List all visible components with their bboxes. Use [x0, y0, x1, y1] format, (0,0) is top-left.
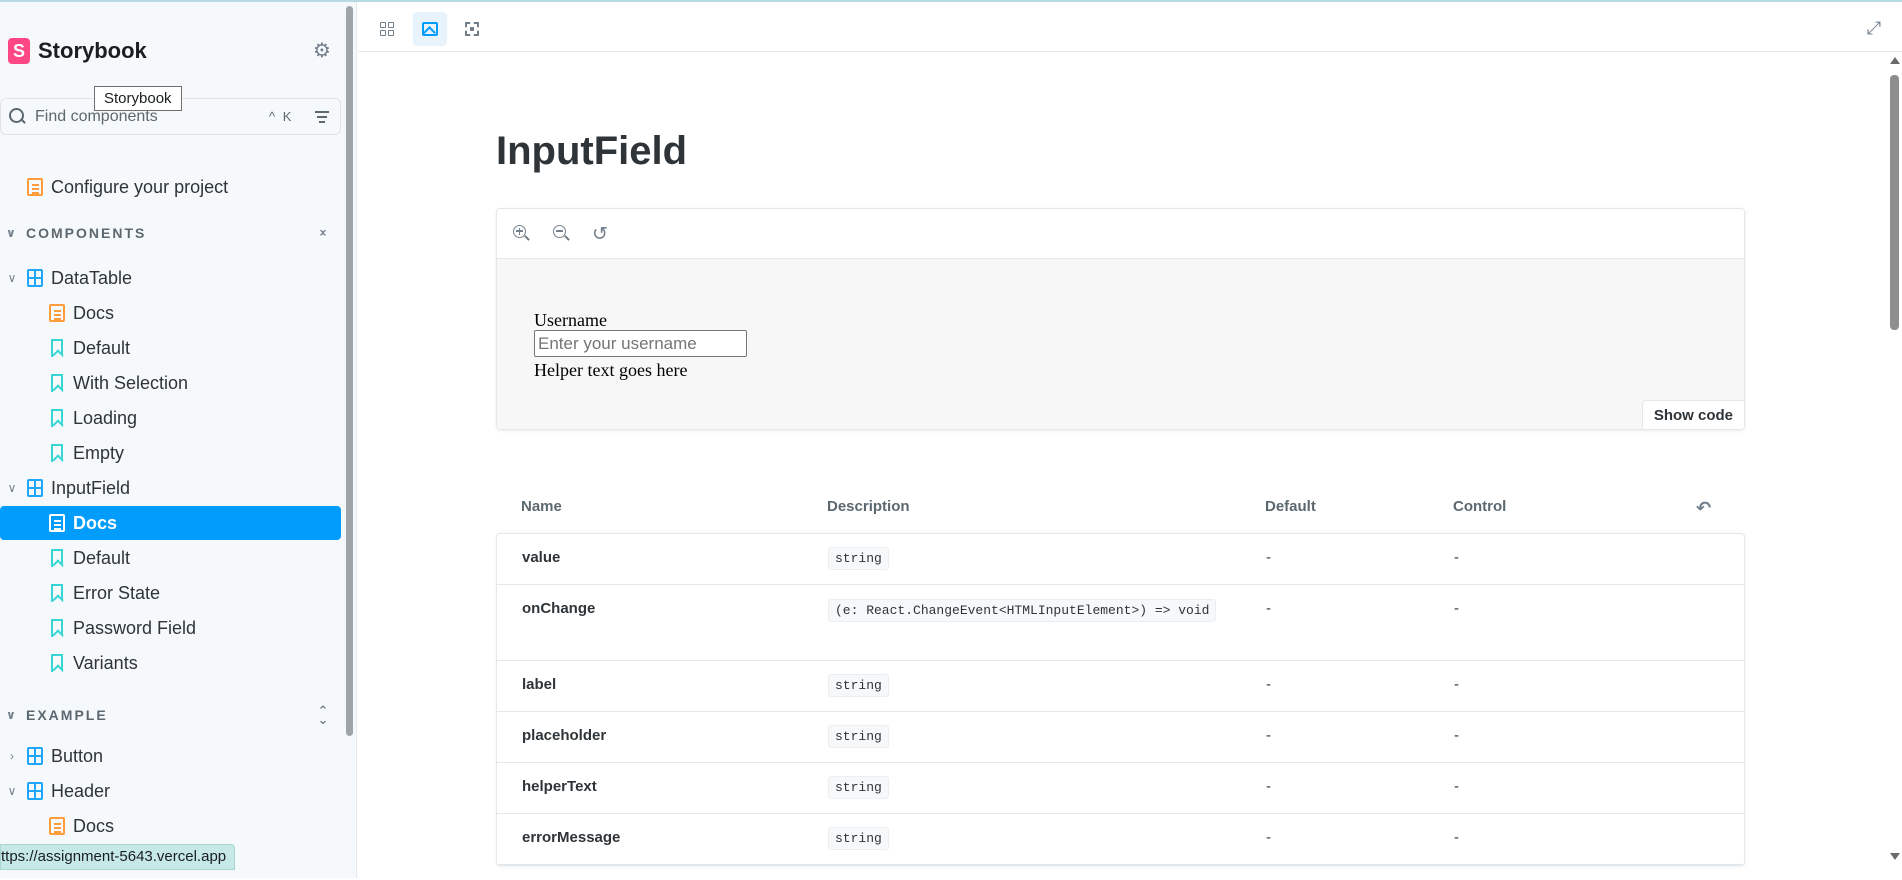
- chevron-down-icon: ∨: [7, 271, 17, 285]
- story-bookmark-icon: [51, 549, 63, 567]
- outline-toggle-button[interactable]: [455, 12, 489, 46]
- show-code-button[interactable]: Show code: [1641, 400, 1744, 429]
- sidebar-item-inputfield-variants[interactable]: Variants: [0, 646, 343, 680]
- sidebar-item-datatable-with-selection[interactable]: With Selection: [0, 366, 343, 400]
- sidebar-item-datatable[interactable]: ∨ DataTable: [0, 261, 343, 295]
- sidebar-item-datatable-empty[interactable]: Empty: [0, 436, 343, 470]
- storybook-logo-icon: S: [8, 38, 30, 64]
- zoom-out-icon[interactable]: [553, 225, 571, 243]
- grid-toggle-button[interactable]: [370, 12, 404, 46]
- brand[interactable]: S Storybook: [8, 36, 147, 66]
- component-icon: [27, 747, 43, 765]
- outline-icon: [465, 22, 479, 36]
- search-shortcut: ^ K: [269, 109, 294, 124]
- brand-tooltip: Storybook: [94, 86, 182, 111]
- story-bookmark-icon: [51, 654, 63, 672]
- story-bookmark-icon: [51, 584, 63, 602]
- docs-icon: [49, 817, 65, 835]
- sidebar-item-inputfield-docs[interactable]: Docs: [0, 506, 341, 540]
- table-row: helperText string - -: [497, 763, 1744, 814]
- table-row: errorMessage string - -: [497, 814, 1744, 865]
- sidebar-item-inputfield-password-field[interactable]: Password Field: [0, 611, 343, 645]
- chevron-down-icon: ∨: [7, 784, 17, 798]
- story-preview: ↺ Username Helper text goes here Show co…: [496, 208, 1745, 430]
- sidebar-item-inputfield-error-state[interactable]: Error State: [0, 576, 343, 610]
- scroll-down-arrow-icon[interactable]: [1890, 853, 1900, 860]
- table-row: onChange (e: React.ChangeEvent<HTMLInput…: [497, 585, 1744, 661]
- chevron-down-icon: ∨: [6, 708, 16, 722]
- component-icon: [27, 269, 43, 287]
- table-row: label string - -: [497, 661, 1744, 712]
- story-bookmark-icon: [51, 444, 63, 462]
- zoom-reset-icon[interactable]: ↺: [592, 223, 608, 246]
- header-default: Default: [1265, 498, 1316, 515]
- sidebar-item-header-docs[interactable]: Docs: [0, 809, 343, 843]
- chevron-right-icon: ›: [10, 749, 14, 763]
- scrollbar-thumb[interactable]: [1890, 75, 1899, 330]
- docs-icon: [27, 178, 43, 196]
- docs-page: InputField ↺ Username Helper text goes h…: [358, 53, 1885, 880]
- demo-field-label: Username: [534, 310, 607, 330]
- story-bookmark-icon: [51, 339, 63, 357]
- sidebar-item-inputfield-default[interactable]: Default: [0, 541, 343, 575]
- sidebar-item-button[interactable]: › Button: [0, 739, 343, 773]
- docs-icon: [49, 304, 65, 322]
- preview-canvas: Username Helper text goes here Show code: [497, 259, 1744, 429]
- background-toggle-button[interactable]: [413, 12, 447, 46]
- type-badge: string: [828, 827, 889, 850]
- type-badge: string: [828, 776, 889, 799]
- demo-helper-text: Helper text goes here: [534, 360, 688, 380]
- link-status-bar: ttps://assignment-5643.vercel.app: [0, 844, 236, 870]
- sidebar-item-configure[interactable]: Configure your project: [0, 170, 343, 204]
- type-badge: string: [828, 725, 889, 748]
- type-badge: (e: React.ChangeEvent<HTMLInputElement>)…: [828, 599, 1217, 622]
- sidebar-item-datatable-docs[interactable]: Docs: [0, 296, 343, 330]
- docs-icon: [49, 514, 65, 532]
- brand-name: Storybook: [38, 38, 147, 63]
- zoom-in-icon[interactable]: [513, 225, 531, 243]
- story-bookmark-icon: [51, 374, 63, 392]
- grid-icon: [380, 22, 394, 36]
- table-row: placeholder string - -: [497, 712, 1744, 763]
- section-components[interactable]: ∨ COMPONENTS ⌄ ⌃: [0, 220, 343, 246]
- page-title: InputField: [496, 129, 688, 173]
- fullscreen-icon[interactable]: ⤢: [1862, 16, 1886, 40]
- settings-gear-icon[interactable]: ⚙: [311, 40, 333, 62]
- sidebar-item-datatable-loading[interactable]: Loading: [0, 401, 343, 435]
- component-icon: [27, 479, 43, 497]
- sidebar: S Storybook ⚙ ^ K Configure your project…: [0, 2, 357, 878]
- sidebar-item-header[interactable]: ∨ Header: [0, 774, 343, 808]
- preview-toolbar: ⤢: [358, 2, 1902, 52]
- component-icon: [27, 782, 43, 800]
- type-badge: string: [828, 674, 889, 697]
- header-control: Control: [1453, 498, 1507, 515]
- sidebar-item-inputfield[interactable]: ∨ InputField: [0, 471, 343, 505]
- story-bookmark-icon: [51, 619, 63, 637]
- chevron-down-icon: ∨: [6, 226, 16, 240]
- section-example[interactable]: ∨ EXAMPLE ⌃ ⌄: [0, 702, 343, 728]
- filter-icon[interactable]: [314, 111, 330, 123]
- args-table-header: Name Description Default Control ↶: [496, 490, 1745, 524]
- docs-scrollbar[interactable]: [1888, 53, 1902, 880]
- sidebar-item-datatable-default[interactable]: Default: [0, 331, 343, 365]
- chevron-down-icon: ∨: [7, 481, 17, 495]
- collapse-all-icon[interactable]: ⌄ ⌃: [316, 222, 330, 244]
- sidebar-scrollbar[interactable]: [346, 6, 353, 736]
- search-icon: [9, 107, 27, 126]
- args-table: value string - - onChange (e: React.Chan…: [496, 533, 1745, 866]
- demo-username-input[interactable]: [534, 330, 747, 357]
- scroll-up-arrow-icon[interactable]: [1890, 57, 1900, 64]
- preview-zoom-bar: ↺: [497, 209, 1744, 259]
- table-row: value string - -: [497, 534, 1744, 585]
- type-badge: string: [828, 547, 889, 570]
- story-bookmark-icon: [51, 409, 63, 427]
- header-name: Name: [521, 498, 562, 515]
- reset-controls-icon[interactable]: ↶: [1696, 498, 1711, 519]
- expand-all-icon[interactable]: ⌃ ⌄: [316, 704, 330, 726]
- header-description: Description: [827, 498, 910, 515]
- image-icon: [422, 22, 438, 36]
